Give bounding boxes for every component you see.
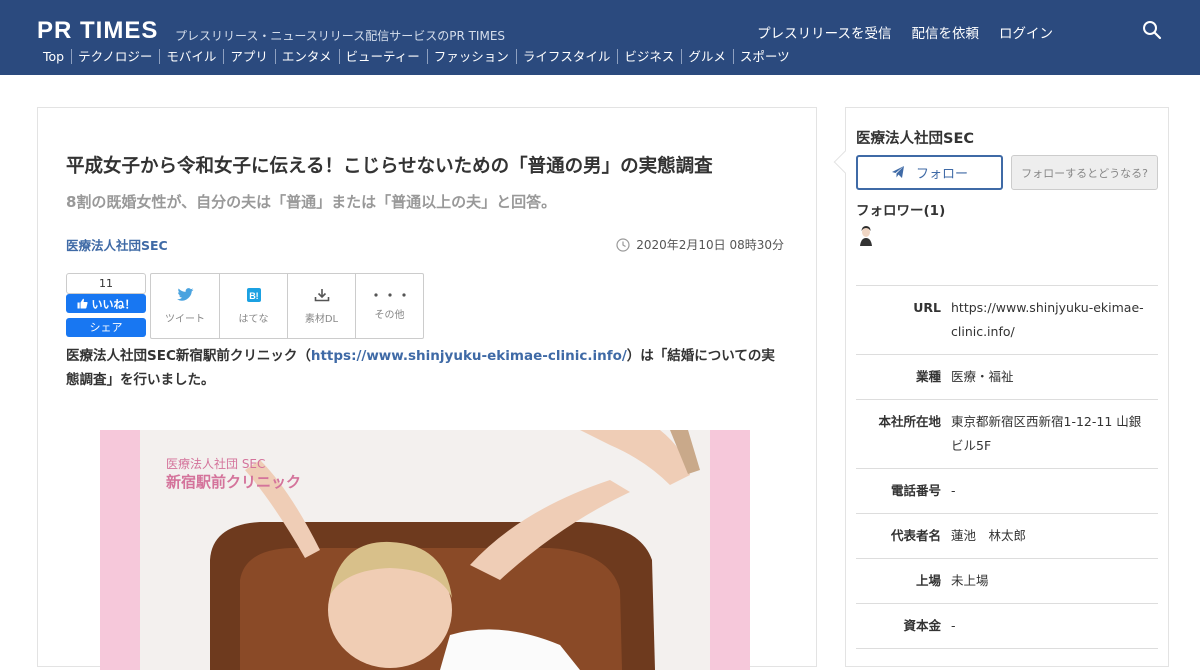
image-caption-org: 医療法人社団 SEC xyxy=(166,457,266,471)
svg-text:B!: B! xyxy=(249,290,259,300)
info-value-url[interactable]: https://www.shinjyuku-ekimae-clinic.info… xyxy=(941,296,1148,344)
sidebar-company-name[interactable]: 医療法人社団SEC xyxy=(856,127,974,148)
info-key: 資本金 xyxy=(903,618,941,633)
info-row-industry: 業種 医療・福祉 xyxy=(856,355,1158,400)
category-top[interactable]: Top xyxy=(37,49,71,64)
clinic-url-link[interactable]: https://www.shinjyuku-ekimae-clinic.info… xyxy=(311,348,627,364)
image-caption-clinic: 新宿駅前クリニック xyxy=(166,473,302,491)
follow-help-button[interactable]: フォローするとどうなる? xyxy=(1011,155,1158,190)
like-label: いいね！ xyxy=(91,297,136,311)
follow-label: フォロー xyxy=(915,167,968,182)
info-row-address: 本社所在地 東京都新宿区西新宿1-12-11 山銀ビル5F xyxy=(856,400,1158,469)
info-key: 電話番号 xyxy=(890,483,941,498)
clock-icon xyxy=(616,237,630,252)
hero-photo-area: 医療法人社団 SEC 新宿駅前クリニック xyxy=(140,430,710,670)
company-sidebar: 医療法人社団SEC フォロー フォローするとどうなる? フォロワー(1) URL… xyxy=(833,107,1169,667)
info-key: 代表者名 xyxy=(890,528,941,543)
article-subtitle: 8割の既婚女性が、自分の夫は「普通」または「普通以上の夫」と回答。 xyxy=(66,193,557,211)
info-key: 本社所在地 xyxy=(878,414,941,429)
hatena-icon: B! xyxy=(246,287,261,302)
category-beauty[interactable]: ビューティー xyxy=(338,49,427,64)
tweet-label: ツイート xyxy=(165,313,205,325)
search-icon[interactable] xyxy=(1142,20,1162,40)
category-mobile[interactable]: モバイル xyxy=(159,49,223,64)
follow-icon xyxy=(891,166,904,178)
download-icon xyxy=(314,288,329,301)
article-panel: 平成女子から令和女子に伝える！こじらせないための「普通の男」の実態調査 8割の既… xyxy=(37,107,817,670)
facebook-widget: 11 いいね！ シェア xyxy=(66,273,146,337)
info-row-listing: 上場 未上場 xyxy=(856,559,1158,604)
more-icon xyxy=(373,292,406,297)
like-count: 11 xyxy=(66,273,146,294)
info-key: URL xyxy=(913,300,941,315)
tweet-button[interactable]: ツイート xyxy=(151,274,219,338)
follow-button[interactable]: フォロー xyxy=(856,155,1003,190)
info-row-capital: 資本金 - xyxy=(856,604,1158,649)
info-key: 上場 xyxy=(915,573,941,588)
category-nav: Top テクノロジー モバイル アプリ エンタメ ビューティー ファッション ラ… xyxy=(37,49,797,64)
hatena-button[interactable]: B! はてな xyxy=(219,274,287,338)
share-toolbar: ツイート B! はてな 素材DL その他 xyxy=(150,273,424,339)
info-value-representative: 蓮池 林太郎 xyxy=(951,528,1027,543)
article-title: 平成女子から令和女子に伝える！こじらせないための「普通の男」の実態調査 xyxy=(66,156,713,177)
publish-date-text: 2020年2月10日 08時30分 xyxy=(636,238,784,252)
info-value-listing: 未上場 xyxy=(951,573,989,588)
category-business[interactable]: ビジネス xyxy=(617,49,681,64)
login-link[interactable]: ログイン xyxy=(999,22,1053,42)
facebook-share-button[interactable]: シェア xyxy=(66,318,146,337)
publish-date: 2020年2月10日 08時30分 xyxy=(616,236,784,253)
hatena-label: はてな xyxy=(238,313,269,325)
sidebar-pointer xyxy=(833,150,857,174)
category-lifestyle[interactable]: ライフスタイル xyxy=(515,49,618,64)
header-nav: プレスリリースを受信 配信を依頼 ログイン xyxy=(757,22,1053,42)
prtimes-logo[interactable]: PR TIMES xyxy=(37,17,159,43)
twitter-icon xyxy=(176,287,193,301)
info-value-phone: - xyxy=(951,483,956,498)
category-entertainment[interactable]: エンタメ xyxy=(274,49,339,64)
category-app[interactable]: アプリ xyxy=(223,49,275,64)
company-info-table: URL https://www.shinjyuku-ekimae-clinic.… xyxy=(856,285,1158,649)
receive-press-release-link[interactable]: プレスリリースを受信 xyxy=(757,22,891,42)
info-value-industry[interactable]: 医療・福祉 xyxy=(941,365,1148,389)
thumbs-up-icon xyxy=(77,298,88,309)
info-value-address: 東京都新宿区西新宿1-12-11 山銀ビル5F xyxy=(951,414,1142,453)
info-row-phone: 電話番号 - xyxy=(856,469,1158,514)
article-main-image[interactable]: 医療法人社団 SEC 新宿駅前クリニック xyxy=(100,430,750,670)
info-value-capital: - xyxy=(951,618,956,633)
company-link[interactable]: 医療法人社団SEC xyxy=(66,235,168,254)
request-distribution-link[interactable]: 配信を依頼 xyxy=(912,22,980,42)
more-label: その他 xyxy=(374,309,405,321)
download-label: 素材DL xyxy=(304,313,339,325)
follower-avatar[interactable] xyxy=(858,224,874,246)
facebook-like-button[interactable]: いいね！ xyxy=(66,294,146,313)
material-download-button[interactable]: 素材DL xyxy=(287,274,355,338)
category-technology[interactable]: テクノロジー xyxy=(71,49,159,64)
info-key: 業種 xyxy=(915,369,941,384)
info-row-url: URL https://www.shinjyuku-ekimae-clinic.… xyxy=(856,286,1158,355)
follower-count[interactable]: フォロワー(1) xyxy=(856,199,945,219)
article-lead: 医療法人社団SEC新宿駅前クリニック（https://www.shinjyuku… xyxy=(66,344,786,392)
site-tagline: プレスリリース・ニュースリリース配信サービスのPR TIMES xyxy=(175,29,506,43)
site-header: PR TIMES プレスリリース・ニュースリリース配信サービスのPR TIMES… xyxy=(0,0,1200,75)
category-gourmet[interactable]: グルメ xyxy=(681,49,733,64)
category-sports[interactable]: スポーツ xyxy=(732,49,797,64)
info-row-representative: 代表者名 蓮池 林太郎 xyxy=(856,514,1158,559)
svg-text:PR TIMES: PR TIMES xyxy=(37,17,158,43)
lead-prefix: 医療法人社団SEC新宿駅前クリニック（ xyxy=(66,348,311,364)
more-button[interactable]: その他 xyxy=(355,274,423,338)
category-fashion[interactable]: ファッション xyxy=(426,49,516,64)
